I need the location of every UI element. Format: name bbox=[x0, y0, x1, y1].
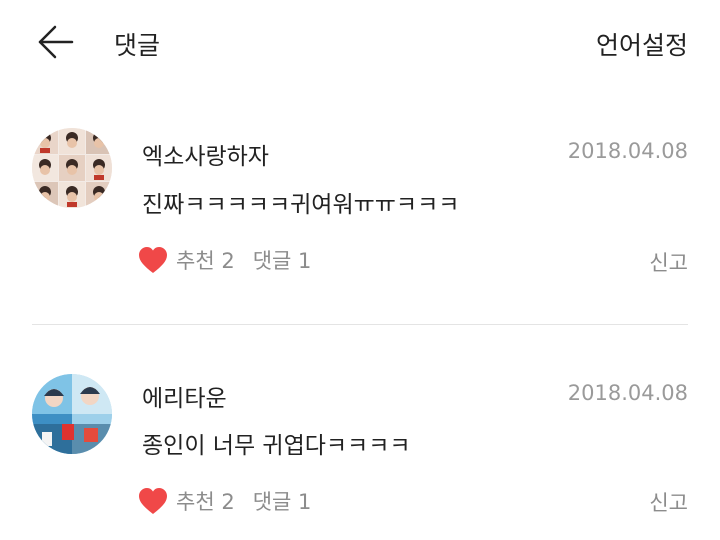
reply-count[interactable]: 댓글 1 bbox=[253, 245, 312, 275]
heart-icon[interactable] bbox=[138, 487, 168, 515]
like-count[interactable]: 추천 2 bbox=[176, 245, 235, 275]
comment-text: 종인이 너무 귀엽다ㅋㅋㅋㅋ bbox=[142, 433, 411, 459]
comment-date: 2018.04.08 bbox=[567, 381, 688, 405]
comment-actions: 추천 2 댓글 1 bbox=[138, 243, 311, 277]
comment-item: 에리타운 2018.04.08 종인이 너무 귀엽다ㅋㅋㅋㅋ 추천 2 댓글 1… bbox=[0, 0, 720, 515]
heart-icon[interactable] bbox=[138, 246, 168, 274]
avatar[interactable] bbox=[32, 374, 112, 454]
report-button[interactable]: 신고 bbox=[649, 487, 688, 517]
like-count[interactable]: 추천 2 bbox=[176, 486, 235, 516]
divider bbox=[32, 324, 688, 325]
report-button[interactable]: 신고 bbox=[649, 247, 688, 277]
reply-count[interactable]: 댓글 1 bbox=[253, 486, 312, 516]
comment-actions: 추천 2 댓글 1 bbox=[138, 484, 311, 518]
comment-username[interactable]: 에리타운 bbox=[142, 379, 227, 413]
comment-text: 진짜ㅋㅋㅋㅋㅋ귀여워ㅠㅠㅋㅋㅋ bbox=[142, 192, 460, 218]
